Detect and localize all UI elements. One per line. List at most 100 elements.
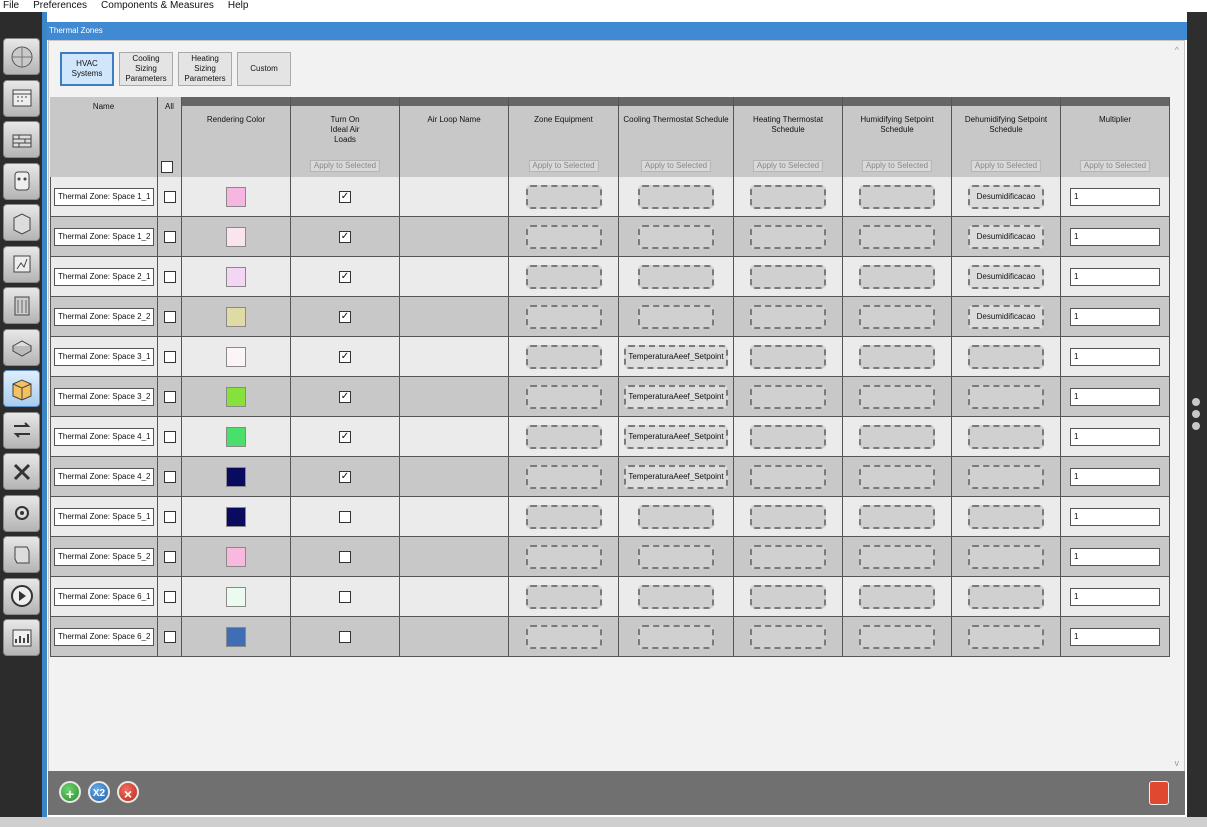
row-select-checkbox[interactable] xyxy=(163,230,176,243)
toolbar-site-button[interactable] xyxy=(3,38,40,75)
zone-equipment-drop-zone[interactable] xyxy=(525,584,602,609)
zone-equipment-drop-zone[interactable] xyxy=(525,464,602,489)
humidifying-schedule-drop-zone[interactable] xyxy=(859,184,935,209)
menu-help[interactable]: Help xyxy=(222,0,257,12)
zone-name-field[interactable]: Thermal Zone: Space 1_1 xyxy=(54,187,154,206)
ideal-air-loads-checkbox[interactable]: ✓ xyxy=(339,310,351,323)
ideal-air-loads-checkbox[interactable] xyxy=(339,550,351,563)
heating-schedule-drop-zone[interactable] xyxy=(750,224,826,249)
tab-heating-sizing-parameters[interactable]: Heating Sizing Parameters xyxy=(178,52,232,86)
dehumidifying-schedule-drop-zone[interactable] xyxy=(968,544,1044,569)
heating-schedule-drop-zone[interactable] xyxy=(750,584,826,609)
apply-to-selected-multiplier[interactable]: Apply to Selected xyxy=(1079,160,1151,172)
heating-schedule-drop-zone[interactable] xyxy=(750,344,826,369)
cooling-schedule-drop-zone[interactable]: TemperaturaAeef_Setpoint xyxy=(624,344,728,369)
zone-equipment-drop-zone[interactable] xyxy=(525,624,602,649)
heating-schedule-drop-zone[interactable] xyxy=(750,304,826,329)
zone-equipment-drop-zone[interactable] xyxy=(525,344,602,369)
zone-name-field[interactable]: Thermal Zone: Space 3_1 xyxy=(54,347,154,366)
ideal-air-loads-checkbox[interactable] xyxy=(339,590,351,603)
row-select-checkbox[interactable] xyxy=(163,430,176,443)
humidifying-schedule-drop-zone[interactable] xyxy=(859,544,935,569)
toolbar-geometry-button[interactable] xyxy=(3,245,40,283)
color-swatch[interactable] xyxy=(226,186,246,207)
toolbar-run-button[interactable] xyxy=(3,577,40,615)
multiplier-field[interactable]: 1 xyxy=(1070,387,1160,406)
apply-to-selected-equipment[interactable]: Apply to Selected xyxy=(528,160,599,172)
humidifying-schedule-drop-zone[interactable] xyxy=(859,384,935,409)
humidifying-schedule-drop-zone[interactable] xyxy=(859,424,935,449)
color-swatch[interactable] xyxy=(226,306,246,327)
scroll-down-icon[interactable]: v xyxy=(1175,758,1180,768)
row-select-checkbox[interactable] xyxy=(163,350,176,363)
dehumidifying-schedule-drop-zone[interactable] xyxy=(968,384,1044,409)
ideal-air-loads-checkbox[interactable]: ✓ xyxy=(339,230,351,243)
tab-hvac-systems[interactable]: HVAC Systems xyxy=(60,52,114,86)
cooling-schedule-drop-zone[interactable] xyxy=(638,184,714,209)
dehumidifying-schedule-drop-zone[interactable] xyxy=(968,624,1044,649)
menu-preferences[interactable]: Preferences xyxy=(27,0,95,12)
humidifying-schedule-drop-zone[interactable] xyxy=(859,504,935,529)
multiplier-field[interactable]: 1 xyxy=(1070,307,1160,326)
multiplier-field[interactable]: 1 xyxy=(1070,347,1160,366)
cooling-schedule-drop-zone[interactable] xyxy=(638,584,714,609)
heating-schedule-drop-zone[interactable] xyxy=(750,624,826,649)
zone-equipment-drop-zone[interactable] xyxy=(525,184,602,209)
delete-zone-button[interactable]: × xyxy=(117,781,139,803)
color-swatch[interactable] xyxy=(226,506,246,527)
zone-name-field[interactable]: Thermal Zone: Space 3_2 xyxy=(54,387,154,406)
color-swatch[interactable] xyxy=(226,386,246,407)
ideal-air-loads-checkbox[interactable]: ✓ xyxy=(339,190,351,203)
tab-custom[interactable]: Custom xyxy=(237,52,291,86)
apply-to-selected-heating[interactable]: Apply to Selected xyxy=(752,160,824,172)
color-swatch[interactable] xyxy=(226,266,246,287)
toolbar-space-types-button[interactable] xyxy=(3,204,40,241)
color-swatch[interactable] xyxy=(226,346,246,367)
cooling-schedule-drop-zone[interactable] xyxy=(638,224,714,249)
color-swatch[interactable] xyxy=(226,226,246,247)
row-select-checkbox[interactable] xyxy=(163,270,176,283)
dehumidifying-schedule-drop-zone[interactable] xyxy=(968,504,1044,529)
zone-equipment-drop-zone[interactable] xyxy=(525,304,602,329)
apply-to-selected-dehumidifying[interactable]: Apply to Selected xyxy=(970,160,1042,172)
add-zone-button[interactable]: + xyxy=(59,781,81,803)
zone-name-field[interactable]: Thermal Zone: Space 2_2 xyxy=(54,307,154,326)
dehumidifying-schedule-drop-zone[interactable] xyxy=(968,464,1044,489)
color-swatch[interactable] xyxy=(226,426,246,447)
purge-icon[interactable] xyxy=(1149,781,1169,805)
zone-name-field[interactable]: Thermal Zone: Space 5_2 xyxy=(54,547,154,566)
toolbar-measures-button[interactable] xyxy=(3,453,40,490)
handle-dot-icon[interactable] xyxy=(1192,398,1200,406)
zone-equipment-drop-zone[interactable] xyxy=(525,424,602,449)
zone-name-field[interactable]: Thermal Zone: Space 1_2 xyxy=(54,227,154,246)
dehumidifying-schedule-drop-zone[interactable]: Desumidificacao xyxy=(968,184,1044,209)
zone-name-field[interactable]: Thermal Zone: Space 2_1 xyxy=(54,267,154,286)
humidifying-schedule-drop-zone[interactable] xyxy=(859,304,935,329)
humidifying-schedule-drop-zone[interactable] xyxy=(859,464,935,489)
handle-dot-icon[interactable] xyxy=(1192,410,1200,418)
heating-schedule-drop-zone[interactable] xyxy=(750,544,826,569)
row-select-checkbox[interactable] xyxy=(163,590,176,603)
ideal-air-loads-checkbox[interactable]: ✓ xyxy=(339,270,351,283)
cooling-schedule-drop-zone[interactable] xyxy=(638,624,714,649)
humidifying-schedule-drop-zone[interactable] xyxy=(859,344,935,369)
scroll-up-icon[interactable]: ^ xyxy=(1175,45,1179,55)
toolbar-constructions-button[interactable] xyxy=(3,121,40,158)
row-select-checkbox[interactable] xyxy=(163,310,176,323)
dehumidifying-schedule-drop-zone[interactable]: Desumidificacao xyxy=(968,224,1044,249)
multiplier-field[interactable]: 1 xyxy=(1070,547,1160,566)
humidifying-schedule-drop-zone[interactable] xyxy=(859,224,935,249)
multiplier-field[interactable]: 1 xyxy=(1070,507,1160,526)
row-select-checkbox[interactable] xyxy=(163,390,176,403)
zone-equipment-drop-zone[interactable] xyxy=(525,504,602,529)
zone-name-field[interactable]: Thermal Zone: Space 4_1 xyxy=(54,427,154,446)
toolbar-simulation-settings-button[interactable] xyxy=(3,494,40,532)
row-select-checkbox[interactable] xyxy=(163,470,176,483)
toolbar-results-button[interactable] xyxy=(3,619,40,656)
color-swatch[interactable] xyxy=(226,466,246,487)
toolbar-thermal-zones-button[interactable] xyxy=(3,370,40,407)
heating-schedule-drop-zone[interactable] xyxy=(750,464,826,489)
color-swatch[interactable] xyxy=(226,586,246,607)
heating-schedule-drop-zone[interactable] xyxy=(750,384,826,409)
menu-components-measures[interactable]: Components & Measures xyxy=(95,0,222,12)
